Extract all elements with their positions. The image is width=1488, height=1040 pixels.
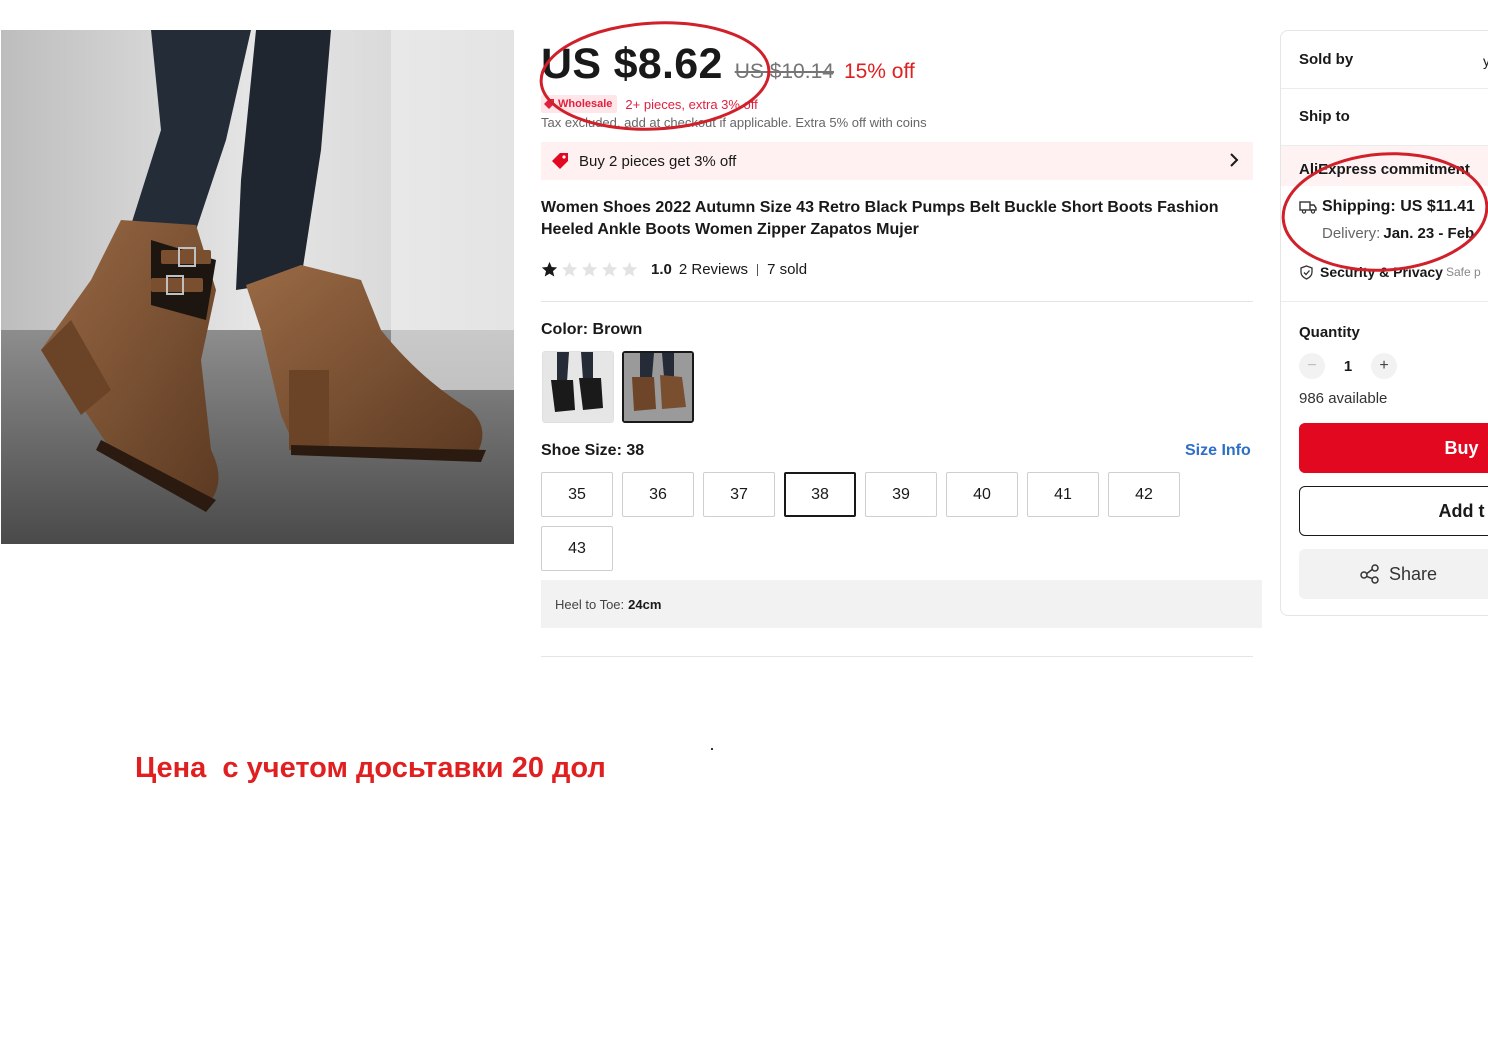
size-option-37[interactable]: 37 xyxy=(703,472,775,517)
share-button[interactable]: Share xyxy=(1299,549,1488,599)
color-swatch-brown[interactable] xyxy=(622,351,694,423)
security-title: Security & Privacy xyxy=(1320,264,1443,280)
chevron-right-icon xyxy=(1230,153,1239,167)
size-info-link[interactable]: Size Info xyxy=(1185,442,1251,460)
product-title: Women Shoes 2022 Autumn Size 43 Retro Bl… xyxy=(541,199,1219,238)
size-option-35[interactable]: 35 xyxy=(541,472,613,517)
size-label: Shoe Size: 38 xyxy=(541,442,645,459)
add-to-cart-label: Add t xyxy=(1438,500,1485,521)
panel-divider xyxy=(1281,301,1488,302)
star-empty-icon xyxy=(581,261,598,277)
security-row[interactable]: Security & Privacy Safe p xyxy=(1299,264,1481,280)
separator xyxy=(757,263,759,276)
sold-by-label: Sold by xyxy=(1299,51,1354,68)
wholesale-badge-label: Wholesale xyxy=(558,98,613,110)
price-tag-icon xyxy=(552,153,568,169)
size-option-42[interactable]: 42 xyxy=(1108,472,1180,517)
tag-icon xyxy=(544,99,554,109)
sold-count: 7 sold xyxy=(767,261,808,278)
current-price: US $8.62 xyxy=(541,40,723,88)
original-price: US $10.14 xyxy=(734,60,834,83)
quantity-decrease-button[interactable]: − xyxy=(1299,353,1325,379)
purchase-panel: Sold by y Ship to AliExpress commitment … xyxy=(1280,30,1488,616)
annotation-note: Цена с учетом досьтавки 20 дол xyxy=(135,752,606,784)
share-label: Share xyxy=(1389,563,1438,584)
promo-bar[interactable]: Buy 2 pieces get 3% off xyxy=(541,142,1253,180)
size-option-39[interactable]: 39 xyxy=(865,472,937,517)
shipping-row[interactable]: Shipping: US $11.41 xyxy=(1299,198,1475,216)
rating-row: 1.0 2 Reviews 7 sold xyxy=(541,261,807,278)
size-note: Heel to Toe: 24cm xyxy=(541,580,1262,628)
shipping-cost: Shipping: US $11.41 xyxy=(1322,198,1475,215)
quantity-stepper: − 1 + xyxy=(1299,353,1397,379)
wholesale-text: 2+ pieces, extra 3% off xyxy=(625,96,758,112)
star-empty-icon xyxy=(601,261,618,277)
truck-icon xyxy=(1299,201,1317,214)
share-icon xyxy=(1360,564,1379,584)
size-option-43[interactable]: 43 xyxy=(541,526,613,571)
sold-by-value: y xyxy=(1483,53,1488,69)
wholesale-badge: Wholesale xyxy=(541,95,618,113)
delivery-row: Delivery: Jan. 23 - Feb xyxy=(1322,225,1474,242)
color-label: Color: Brown xyxy=(541,321,643,338)
commitment-title: AliExpress commitment xyxy=(1299,161,1470,178)
size-note-value: 24cm xyxy=(628,596,662,612)
size-option-40[interactable]: 40 xyxy=(946,472,1018,517)
size-option-41[interactable]: 41 xyxy=(1027,472,1099,517)
size-note-label: Heel to Toe: xyxy=(555,596,625,612)
panel-divider xyxy=(1281,88,1488,89)
product-main-image[interactable] xyxy=(1,30,514,544)
tax-note: Tax excluded, add at checkout if applica… xyxy=(541,115,927,130)
buy-now-label: Buy xyxy=(1444,437,1479,458)
quantity-value[interactable]: 1 xyxy=(1325,358,1371,375)
star-filled-icon xyxy=(541,261,558,277)
stray-dot xyxy=(711,748,713,750)
star-empty-icon xyxy=(621,261,638,277)
security-subtitle: Safe p xyxy=(1445,265,1481,279)
ship-to-label[interactable]: Ship to xyxy=(1299,108,1350,125)
delivery-date: Jan. 23 - Feb xyxy=(1383,225,1475,242)
shield-check-icon xyxy=(1300,264,1313,280)
size-option-38[interactable]: 38 xyxy=(784,472,856,517)
section-divider xyxy=(541,301,1253,302)
price-row: US $8.62 US $10.14 15% off xyxy=(541,40,915,89)
star-empty-icon xyxy=(561,261,578,277)
reviews-link[interactable]: 2 Reviews xyxy=(679,261,748,278)
rating-stars xyxy=(541,261,641,278)
available-count: 986 available xyxy=(1299,390,1388,407)
add-to-cart-button[interactable]: Add t xyxy=(1299,486,1488,536)
wholesale-row: Wholesale 2+ pieces, extra 3% off xyxy=(541,95,758,113)
discount-percent: 15% off xyxy=(843,60,915,83)
rating-value: 1.0 xyxy=(651,261,672,278)
quantity-increase-button[interactable]: + xyxy=(1371,353,1397,379)
section-divider-bottom xyxy=(541,656,1253,657)
promo-text: Buy 2 pieces get 3% off xyxy=(579,152,737,170)
size-option-36[interactable]: 36 xyxy=(622,472,694,517)
buy-now-button[interactable]: Buy xyxy=(1299,423,1488,473)
delivery-label: Delivery: xyxy=(1322,225,1381,242)
color-swatch-black[interactable] xyxy=(542,351,614,423)
quantity-label: Quantity xyxy=(1299,324,1360,341)
